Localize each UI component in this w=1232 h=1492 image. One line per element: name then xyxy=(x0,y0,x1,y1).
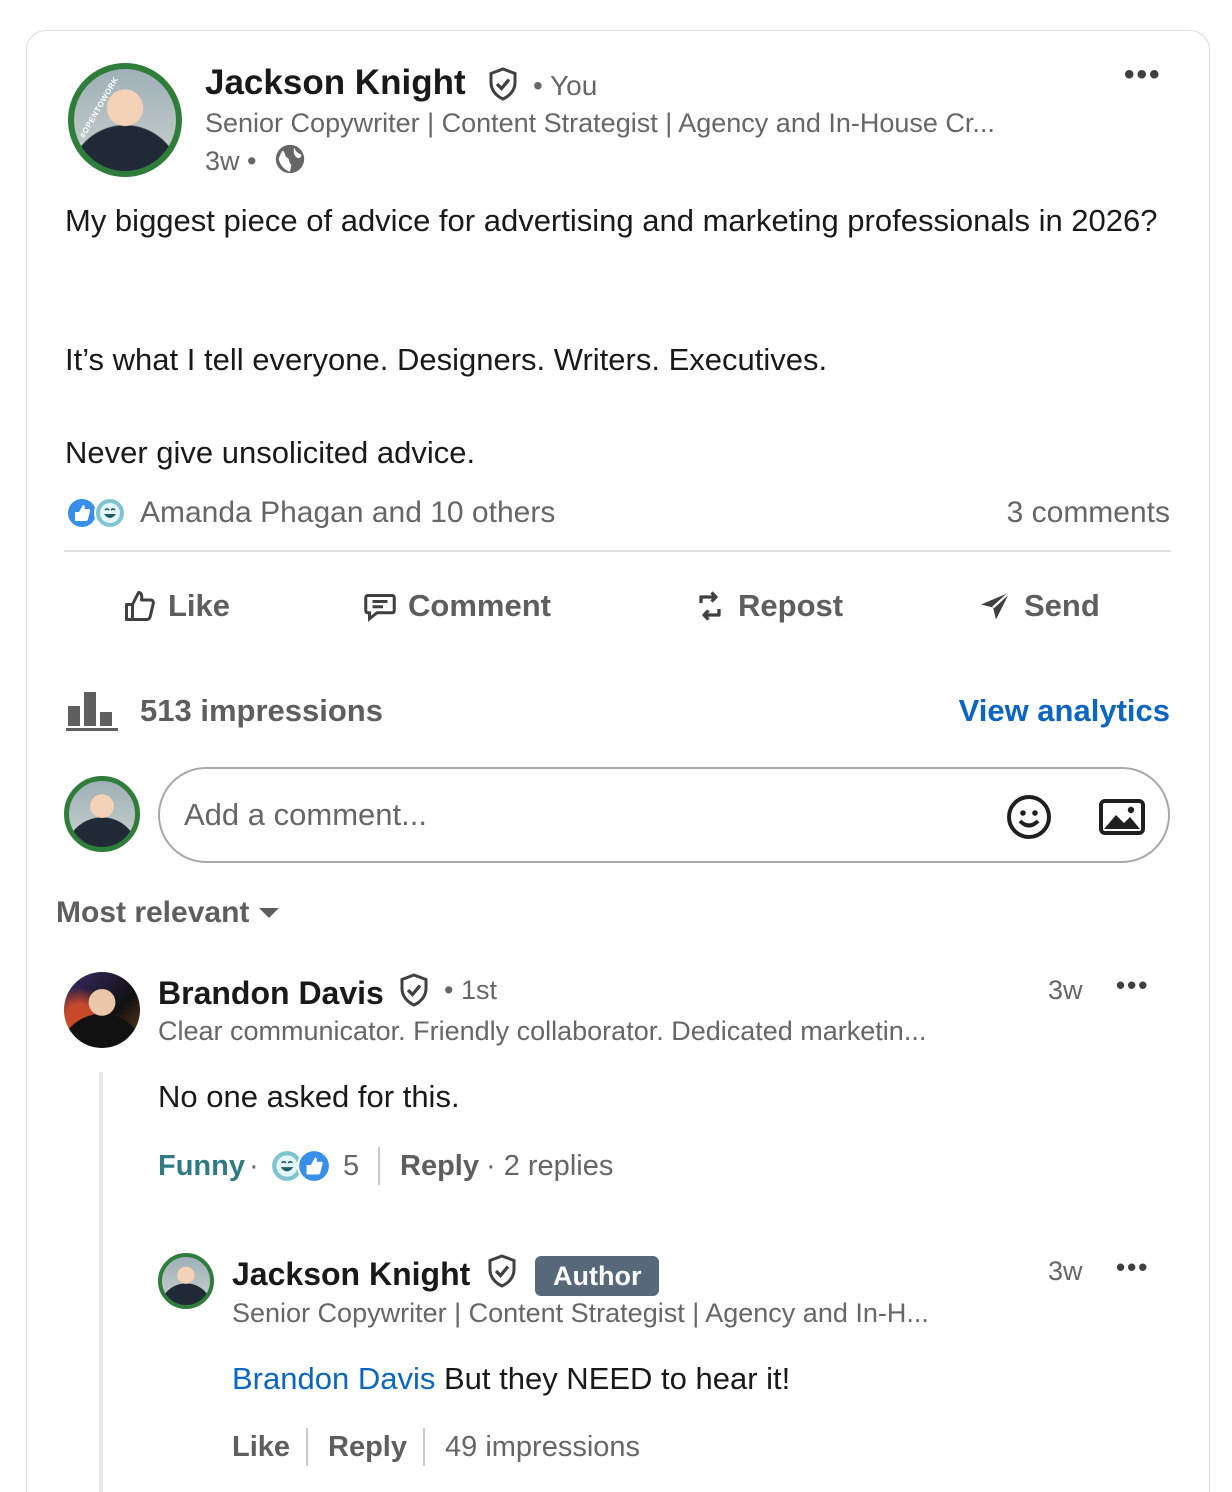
comment-replies-count[interactable]: · 2 replies xyxy=(486,1150,613,1183)
sort-dropdown[interactable]: Most relevant xyxy=(56,896,281,930)
globe-icon xyxy=(275,144,305,174)
thumbs-up-icon xyxy=(125,591,155,621)
reply-author-name[interactable]: Jackson Knight xyxy=(232,1256,470,1293)
post-author-name[interactable]: Jackson Knight xyxy=(205,63,466,103)
post-body-line-1: My biggest piece of advice for advertisi… xyxy=(65,203,1158,238)
thread-line xyxy=(99,1072,103,1492)
commenter-name[interactable]: Brandon Davis xyxy=(158,975,384,1012)
comment-age: 3w xyxy=(1048,975,1083,1005)
send-icon xyxy=(981,591,1011,620)
reply-author-headline: Senior Copywriter | Content Strategist |… xyxy=(232,1298,929,1328)
view-analytics-link[interactable]: View analytics xyxy=(959,693,1170,729)
image-icon[interactable] xyxy=(1098,795,1146,839)
reply-body: But they NEED to hear it! xyxy=(435,1361,791,1396)
post-age: 3w • xyxy=(205,146,257,176)
commenter-relation: • 1st xyxy=(444,975,497,1005)
comment-reaction-count[interactable]: 5 xyxy=(343,1150,359,1183)
like-label: Like xyxy=(168,588,231,623)
like-button[interactable]: Like xyxy=(122,588,230,624)
author-badge: Author xyxy=(535,1256,660,1296)
reaction-dot: · xyxy=(249,1150,259,1182)
comment-input[interactable]: Add a comment... xyxy=(158,767,1170,863)
divider xyxy=(64,550,1171,552)
commenter-headline: Clear communicator. Friendly collaborato… xyxy=(158,1016,927,1046)
repost-label: Repost xyxy=(738,588,844,623)
comments-count[interactable]: 3 comments xyxy=(1007,496,1170,530)
bar-chart-icon xyxy=(66,692,118,731)
like-reaction-icon xyxy=(297,1149,331,1183)
comment-text: No one asked for this. xyxy=(158,1079,460,1114)
send-label: Send xyxy=(1024,588,1100,623)
verified-shield-icon xyxy=(488,1254,516,1288)
post-body-line-3: Never give unsolicited advice. xyxy=(65,435,476,470)
reply-more-options-icon[interactable]: ••• xyxy=(1116,1252,1149,1283)
reply-age: 3w xyxy=(1048,1256,1083,1286)
comment-reply-button[interactable]: Reply xyxy=(400,1150,479,1183)
comment-bubble-icon xyxy=(364,594,396,622)
commenter-avatar[interactable] xyxy=(64,972,140,1048)
repost-icon xyxy=(699,591,721,621)
comment-label: Comment xyxy=(408,588,551,623)
separator xyxy=(306,1428,308,1466)
author-avatar[interactable]: #OPENTOWORK xyxy=(68,63,182,177)
reply-text: Brandon Davis But they NEED to hear it! xyxy=(232,1355,790,1402)
separator xyxy=(378,1147,380,1185)
reply-like-button[interactable]: Like xyxy=(232,1431,290,1464)
funny-reaction-icon xyxy=(94,497,126,529)
reply-author-avatar[interactable] xyxy=(158,1253,214,1309)
comment-button[interactable]: Comment xyxy=(362,588,551,624)
current-user-avatar[interactable] xyxy=(64,776,140,852)
verified-shield-icon xyxy=(400,973,428,1007)
reply-reply-button[interactable]: Reply xyxy=(328,1431,407,1464)
impressions-count: 513 impressions xyxy=(140,693,383,728)
post-body-line-2: It’s what I tell everyone. Designers. Wr… xyxy=(65,342,828,377)
post-relation: • You xyxy=(533,70,598,101)
caret-down-icon xyxy=(259,908,280,918)
post-author-headline: Senior Copywriter | Content Strategist |… xyxy=(205,108,995,138)
emoji-icon[interactable] xyxy=(1005,793,1053,841)
mention-link[interactable]: Brandon Davis xyxy=(232,1361,435,1396)
comment-reaction-label[interactable]: Funny xyxy=(158,1150,245,1183)
sort-label: Most relevant xyxy=(56,896,250,929)
comment-more-options-icon[interactable]: ••• xyxy=(1116,970,1149,1001)
reactions-summary[interactable]: Amanda Phagan and 10 others xyxy=(140,496,555,530)
separator xyxy=(423,1428,425,1466)
reply-impressions: 49 impressions xyxy=(445,1431,641,1463)
repost-button[interactable]: Repost xyxy=(692,588,843,624)
post-more-options-icon[interactable]: ••• xyxy=(1124,58,1162,92)
comment-input-placeholder: Add a comment... xyxy=(184,797,427,832)
send-button[interactable]: Send xyxy=(978,588,1100,624)
verified-shield-icon xyxy=(489,67,517,101)
open-to-work-label: #OPENTOWORK xyxy=(78,75,121,140)
